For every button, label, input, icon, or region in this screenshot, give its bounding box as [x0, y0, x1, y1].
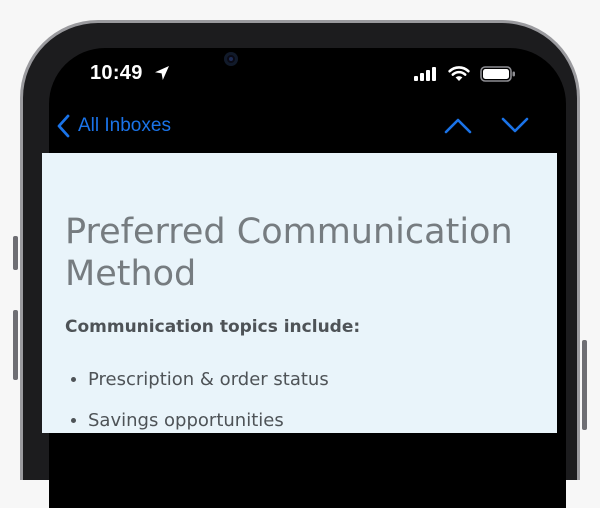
status-time: 10:49	[90, 62, 143, 84]
back-to-inboxes-button[interactable]: All Inboxes	[56, 114, 171, 138]
topics-list: Prescription & order status Savings oppo…	[65, 359, 329, 441]
chevron-left-icon	[57, 114, 70, 138]
list-item: Savings opportunities	[65, 400, 329, 441]
location-arrow-icon	[155, 66, 169, 80]
bullet-icon	[71, 418, 76, 423]
chevron-down-icon[interactable]	[501, 116, 529, 134]
power-button	[582, 340, 587, 430]
list-item: Prescription & order status	[65, 359, 329, 400]
email-title: Preferred Communication Method	[65, 212, 513, 294]
bullet-icon	[71, 377, 76, 382]
topic-text: Savings opportunities	[88, 410, 284, 431]
battery-icon	[480, 66, 515, 82]
wifi-icon	[448, 66, 470, 81]
topics-heading: Communication topics include:	[65, 317, 361, 337]
chevron-up-icon[interactable]	[444, 116, 472, 134]
topic-text: Prescription & order status	[88, 369, 329, 390]
front-camera	[224, 52, 238, 66]
mute-switch	[13, 236, 18, 270]
cellular-signal-icon	[414, 67, 436, 81]
back-button-label: All Inboxes	[78, 115, 171, 136]
volume-button	[13, 310, 18, 380]
email-body: Preferred Communication Method Communica…	[42, 153, 557, 433]
